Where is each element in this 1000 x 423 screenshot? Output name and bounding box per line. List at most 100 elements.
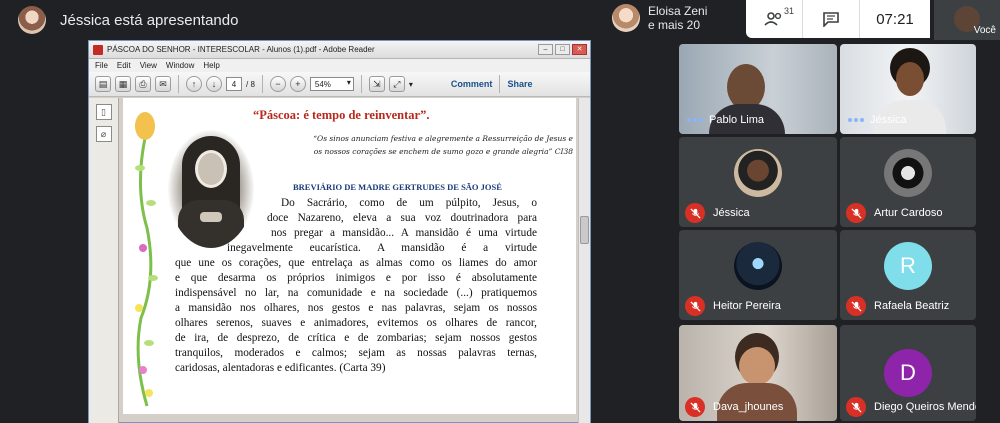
people-count: 31 xyxy=(784,6,795,16)
mic-off-icon xyxy=(685,397,705,417)
mic-off-icon xyxy=(685,296,705,316)
participant-avatar xyxy=(734,149,782,197)
doc-line: a mansidão nos olhares, nos gestos e nas… xyxy=(175,302,537,314)
mic-off-icon xyxy=(846,296,866,316)
others-avatar xyxy=(612,4,640,32)
doc-line: olhares serenos, suaves e animadores, ev… xyxy=(175,317,537,329)
flower-vine-decoration xyxy=(135,112,158,407)
mic-off-icon xyxy=(846,203,866,223)
prev-page-icon[interactable]: ↑ xyxy=(186,76,202,92)
participant-name: Jéssica xyxy=(713,207,750,219)
doc-subtitle: BREVIÁRIO DE MADRE GERTRUDES DE SÃO JOSÉ xyxy=(293,182,502,192)
zoom-out-icon[interactable]: − xyxy=(269,76,286,92)
doc-line: e que desarma os próprios inimigos e por… xyxy=(175,272,537,284)
participant-tile[interactable]: Heitor Pereira xyxy=(679,230,837,320)
participant-tile[interactable]: Artur Cardoso xyxy=(840,137,976,227)
menu-view[interactable]: View xyxy=(140,61,157,70)
maximize-button[interactable]: □ xyxy=(555,44,570,55)
presenter-title: Jéssica está apresentando xyxy=(60,11,239,29)
pdf-page: “Páscoa: é tempo de reinventar”. “Os sin… xyxy=(123,98,576,414)
shared-screen-reader: PÁSCOA DO SENHOR - INTERESCOLAR - Alunos… xyxy=(88,40,591,423)
mic-off-icon xyxy=(846,397,866,417)
participant-avatar: D xyxy=(884,349,932,397)
menu-help[interactable]: Help xyxy=(203,61,219,70)
doc-line: inegavelmente eucarística. A mansidão é … xyxy=(227,242,537,254)
clock: 07:21 xyxy=(876,10,914,28)
menu-file[interactable]: File xyxy=(95,61,108,70)
others-name: Eloisa Zeni xyxy=(648,4,708,18)
open-icon[interactable]: ▤ xyxy=(95,76,111,92)
participant-avatar xyxy=(734,242,782,290)
people-button[interactable]: 31 xyxy=(746,0,802,38)
scroll-thumb[interactable] xyxy=(580,216,589,244)
others-indicator[interactable]: Eloisa Zeni e mais 20 xyxy=(612,4,707,32)
print-icon[interactable]: ⎙ xyxy=(135,76,151,92)
mic-off-icon xyxy=(685,203,705,223)
zoom-in-icon[interactable]: + xyxy=(289,76,306,92)
email-icon[interactable]: ✉ xyxy=(155,76,171,92)
participant-avatar: R xyxy=(884,242,932,290)
participant-tile[interactable]: Pablo Lima xyxy=(679,44,837,134)
menu-edit[interactable]: Edit xyxy=(117,61,131,70)
participant-name: Jéssica xyxy=(870,114,907,126)
next-page-icon[interactable]: ↓ xyxy=(206,76,222,92)
chat-button[interactable] xyxy=(803,0,859,38)
participant-tile[interactable]: Dava_jhounes xyxy=(679,325,837,421)
reader-titlebar: PÁSCOA DO SENHOR - INTERESCOLAR - Alunos… xyxy=(89,41,590,59)
participant-tile[interactable]: D Diego Queiros Mendes xyxy=(840,325,976,421)
people-icon xyxy=(764,12,782,26)
participant-name: Pablo Lima xyxy=(709,114,765,126)
doc-line: doce Nazareno, eleva a sua voz doutrinad… xyxy=(267,212,537,224)
presenter-avatar xyxy=(18,6,46,34)
reader-menu: File Edit View Window Help xyxy=(89,59,590,72)
toolbar-more-icon[interactable]: ▾ xyxy=(409,80,413,89)
clock-display: 07:21 xyxy=(860,0,930,38)
participant-name: Artur Cardoso xyxy=(874,207,943,219)
doc-line: Do Sacrário, como de um púlpito, Jesus, … xyxy=(281,197,537,209)
close-button[interactable]: ✕ xyxy=(572,44,587,55)
reader-side-panel: ▯ ⌀ xyxy=(89,98,119,423)
share-button[interactable]: Share xyxy=(507,79,532,89)
participant-name: Dava_jhounes xyxy=(713,401,784,413)
presenter-bar: Jéssica está apresentando xyxy=(0,0,600,40)
chat-icon xyxy=(823,12,839,27)
top-controls: Eloisa Zeni e mais 20 31 07:21 Você xyxy=(606,0,1000,40)
participant-tile[interactable]: Jéssica xyxy=(840,44,976,134)
page-number-input[interactable]: 4 xyxy=(226,77,242,91)
pdf-icon xyxy=(93,44,103,55)
fit-page-icon[interactable]: ⇲ xyxy=(368,76,385,92)
doc-quote: “Os sinos anunciam festiva e alegremente… xyxy=(313,134,573,156)
page-total: / 8 xyxy=(246,79,255,89)
doc-body: Do Sacrário, como de um púlpito, Jesus, … xyxy=(175,196,537,376)
others-more: e mais 20 xyxy=(648,18,701,32)
menu-window[interactable]: Window xyxy=(166,61,194,70)
doc-line: caridosas, alentadoras e edificantes. (C… xyxy=(175,362,386,374)
participant-name: Diego Queiros Mendes xyxy=(874,401,976,413)
speaking-indicator xyxy=(687,118,703,122)
participant-avatar xyxy=(884,149,932,197)
participant-tile[interactable]: R Rafaela Beatriz xyxy=(840,230,976,320)
attachments-icon[interactable]: ⌀ xyxy=(95,126,112,142)
reader-window-title: PÁSCOA DO SENHOR - INTERESCOLAR - Alunos… xyxy=(107,45,375,54)
participant-name: Rafaela Beatriz xyxy=(874,300,950,312)
minimize-button[interactable]: – xyxy=(538,44,553,55)
doc-line: tranquilos, moderados e calmos; sejam as… xyxy=(175,347,537,359)
comment-button[interactable]: Comment xyxy=(451,79,493,89)
participant-name: Heitor Pereira xyxy=(713,300,781,312)
save-icon[interactable]: ▦ xyxy=(115,76,131,92)
doc-title: “Páscoa: é tempo de reinventar”. xyxy=(253,108,430,122)
doc-line: nos pregar a mansidão... A mansidão é um… xyxy=(271,227,537,239)
zoom-select[interactable]: 54% xyxy=(309,77,354,91)
doc-line: que une os corações, que entrelaça as al… xyxy=(175,257,537,269)
meeting-controls: 31 07:21 xyxy=(746,0,930,38)
doc-line: indispensável no lar, na comunidade e na… xyxy=(175,287,537,299)
pages-panel-icon[interactable]: ▯ xyxy=(95,104,112,120)
doc-line: de ira, de desprezo, de crítica e de zom… xyxy=(175,332,537,344)
participant-tile[interactable]: Jéssica xyxy=(679,137,837,227)
fullscreen-icon[interactable]: ⤢ xyxy=(388,76,405,92)
speaking-indicator xyxy=(848,118,864,122)
self-view[interactable]: Você xyxy=(934,0,1000,40)
self-label: Você xyxy=(973,25,996,36)
reader-toolbar: ▤ ▦ ⎙ ✉ ↑ ↓ 4 / 8 − + 54% ⇲ ⤢ ▾ Comment … xyxy=(89,72,590,97)
reader-scrollbar[interactable] xyxy=(578,98,590,423)
